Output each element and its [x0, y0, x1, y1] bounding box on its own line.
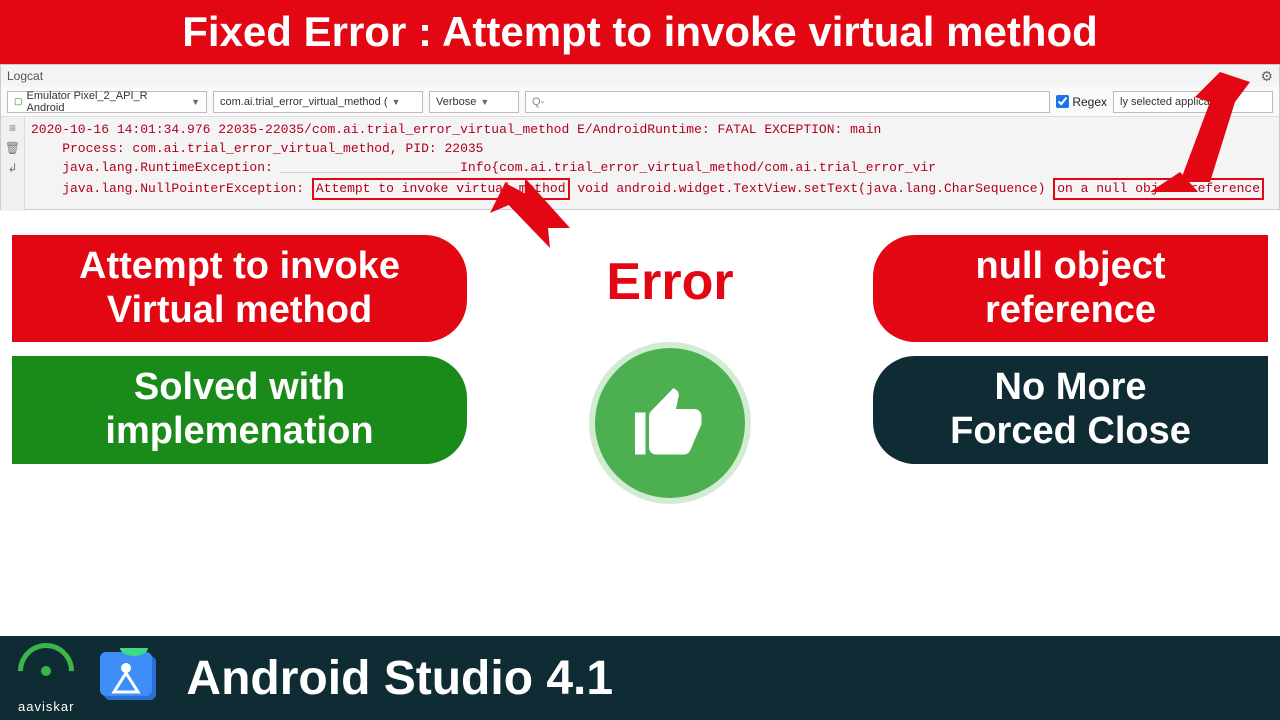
filter-dropdown-label: ly selected application — [1120, 96, 1228, 108]
level-dropdown-label: Verbose — [436, 96, 476, 108]
search-placeholder: Q- — [532, 96, 544, 108]
regex-checkbox[interactable]: Regex — [1056, 95, 1107, 109]
callout-solved-text: Solved with implemenation — [105, 366, 373, 452]
search-input[interactable]: Q- — [525, 91, 1050, 113]
expand-icon[interactable]: ≡ — [9, 121, 16, 135]
regex-label: Regex — [1072, 95, 1107, 109]
logcat-toolbar: ▢ Emulator Pixel_2_API_R Android ▼ com.a… — [1, 87, 1279, 117]
log-line: java.lang.NullPointerException: — [31, 181, 304, 196]
callout-nullref-text: null object reference — [976, 245, 1166, 331]
callout-solved: Solved with implemenation — [12, 356, 467, 463]
logcat-body: ≡ 🗑 ↲ 2020-10-16 14:01:34.976 22035-2203… — [1, 117, 1279, 211]
callout-nullref: null object reference — [873, 235, 1268, 342]
app-dropdown[interactable]: com.ai.trial_error_virtual_method ( ▼ — [213, 91, 423, 113]
footer-bar: aaviskar Android Studio 4.1 — [0, 636, 1280, 720]
logcat-output[interactable]: 2020-10-16 14:01:34.976 22035-22035/com.… — [25, 117, 1279, 211]
callout-nomore: No More Forced Close — [873, 356, 1268, 463]
log-line: java.lang.RuntimeException: — [31, 160, 273, 175]
log-line: void android.widget.TextView.setText(jav… — [577, 181, 1045, 196]
footer-title-text: Android Studio 4.1 — [186, 652, 613, 705]
wrap-icon[interactable]: ↲ — [7, 161, 17, 175]
highlight-nullref: on a null object reference — [1053, 178, 1264, 201]
callout-nomore-text: No More Forced Close — [950, 366, 1191, 452]
gear-icon[interactable]: ⚙ — [1260, 68, 1273, 85]
filter-dropdown[interactable]: ly selected application — [1113, 91, 1273, 113]
chevron-down-icon: ▼ — [392, 97, 401, 107]
regex-checkbox-input[interactable] — [1056, 95, 1069, 108]
brand-text: aaviskar — [18, 699, 74, 714]
error-label: Error — [606, 252, 733, 312]
highlight-attempt: Attempt to invoke virtual method — [312, 178, 570, 201]
device-dropdown-label: Emulator Pixel_2_API_R Android — [27, 90, 188, 114]
logcat-gutter: ≡ 🗑 ↲ — [1, 117, 25, 211]
aaviskar-logo: aaviskar — [18, 643, 74, 714]
device-dropdown[interactable]: ▢ Emulator Pixel_2_API_R Android ▼ — [7, 91, 207, 113]
trash-icon[interactable]: 🗑 — [5, 141, 20, 155]
app-dropdown-label: com.ai.trial_error_virtual_method ( — [220, 96, 388, 108]
logcat-header: Logcat ⚙ — [1, 65, 1279, 87]
title-text: Fixed Error : Attempt to invoke virtual … — [182, 8, 1098, 55]
callout-attempt-text: Attempt to invoke Virtual method — [79, 245, 400, 331]
android-studio-icon — [96, 648, 164, 708]
logcat-panel: Logcat ⚙ ▢ Emulator Pixel_2_API_R Androi… — [0, 64, 1280, 210]
level-dropdown[interactable]: Verbose ▼ — [429, 91, 519, 113]
chevron-down-icon: ▼ — [480, 97, 489, 107]
footer-title: Android Studio 4.1 — [186, 651, 613, 706]
callout-attempt: Attempt to invoke Virtual method — [12, 235, 467, 342]
log-line: Process: com.ai.trial_error_virtual_meth… — [31, 141, 483, 156]
thumbs-up-icon — [595, 348, 745, 498]
error-text: Error — [606, 253, 733, 311]
log-line: {com.ai.trial_error_virtual_method/com.a… — [491, 160, 936, 175]
logcat-title: Logcat — [7, 69, 43, 83]
log-line: 2020-10-16 14:01:34.976 22035-22035/com.… — [31, 122, 881, 137]
chevron-down-icon: ▼ — [191, 97, 200, 107]
title-banner: Fixed Error : Attempt to invoke virtual … — [0, 0, 1280, 64]
